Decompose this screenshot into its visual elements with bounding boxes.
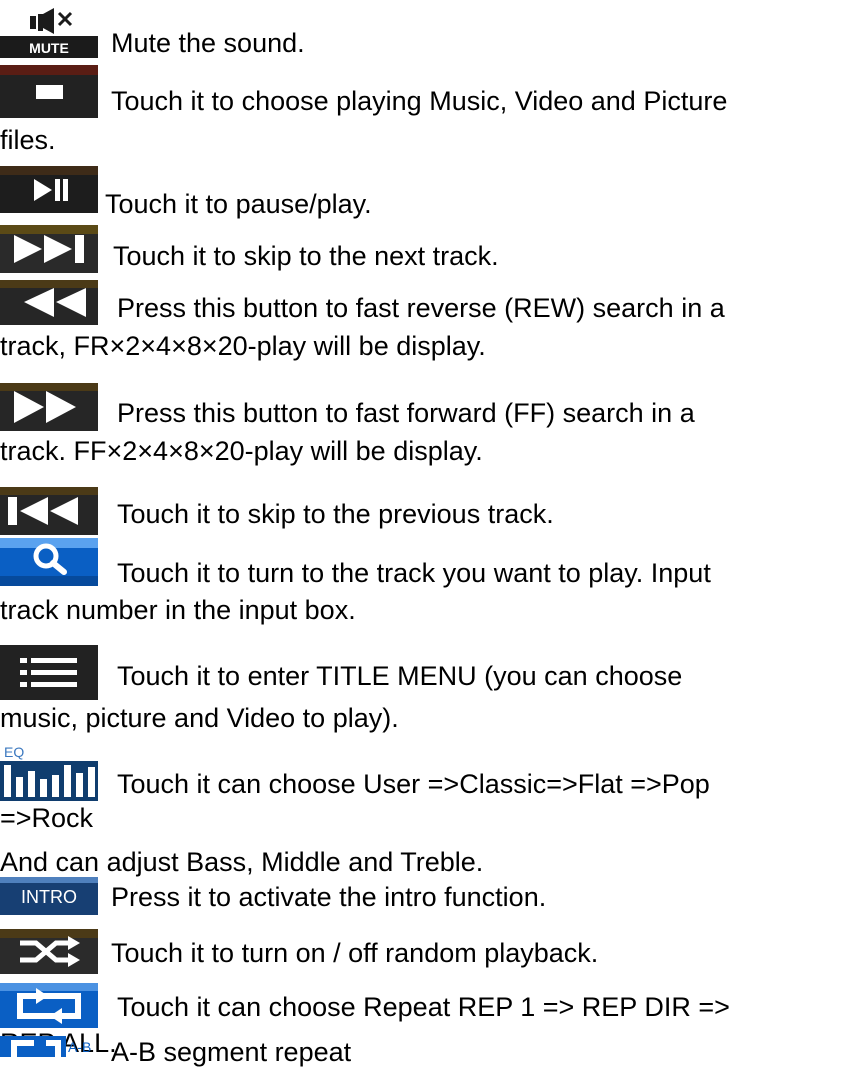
search-icon [0, 538, 98, 586]
rewind-text-2: track, FR×2×4×8×20-play will be display. [0, 331, 486, 361]
repeat-icon [0, 983, 98, 1028]
search-text-2: track number in the input box. [0, 595, 356, 625]
next-text: Touch it to skip to the next track. [113, 241, 499, 271]
shuffle-text: Touch it to turn on / off random playbac… [111, 938, 599, 968]
eq-text-1: Touch it can choose User =>Classic=>Flat… [117, 769, 710, 799]
intro-text: Press it to activate the intro function. [111, 882, 547, 912]
intro-icon: INTRO [0, 877, 98, 915]
shuffle-icon [0, 929, 98, 974]
ab-repeat-text: A-B segment repeat [111, 1037, 352, 1067]
fast-forward-text-2: track. FF×2×4×8×20-play will be display. [0, 436, 483, 466]
skip-next-icon [0, 225, 98, 273]
stop-text-1: Touch it to choose playing Music, Video … [111, 86, 728, 116]
eq-text-2: =>Rock [0, 803, 94, 833]
mute-icon: MUTE [0, 6, 98, 58]
ab-repeat-icon: A-B [0, 1036, 98, 1057]
eq-icon-label: EQ [4, 744, 24, 760]
repeat-text-1: Touch it can choose Repeat REP 1 => REP … [117, 992, 730, 1022]
fast-forward-icon [0, 383, 98, 431]
fast-forward-text-1: Press this button to fast forward (FF) s… [117, 398, 695, 428]
eq-text-3: And can adjust Bass, Middle and Treble. [0, 847, 484, 877]
ab-icon-label: A-B [68, 1039, 91, 1055]
skip-previous-icon [0, 487, 98, 535]
equalizer-icon: EQ [0, 743, 98, 801]
play-pause-text: Touch it to pause/play. [105, 189, 372, 219]
menu-icon [0, 645, 98, 700]
mute-text: Mute the sound. [111, 28, 305, 58]
search-text-1: Touch it to turn to the track you want t… [117, 558, 711, 588]
play-pause-icon [0, 166, 98, 213]
menu-text-1: Touch it to enter TITLE MENU (you can ch… [117, 661, 683, 691]
stop-icon [0, 65, 98, 118]
rewind-text-1: Press this button to fast reverse (REW) … [117, 293, 725, 323]
menu-text-2: music, picture and Video to play). [0, 703, 399, 733]
rewind-icon [0, 280, 98, 325]
mute-icon-label: MUTE [29, 40, 69, 56]
previous-text: Touch it to skip to the previous track. [117, 499, 554, 529]
stop-text-2: files. [0, 125, 56, 155]
intro-icon-label: INTRO [21, 887, 77, 907]
